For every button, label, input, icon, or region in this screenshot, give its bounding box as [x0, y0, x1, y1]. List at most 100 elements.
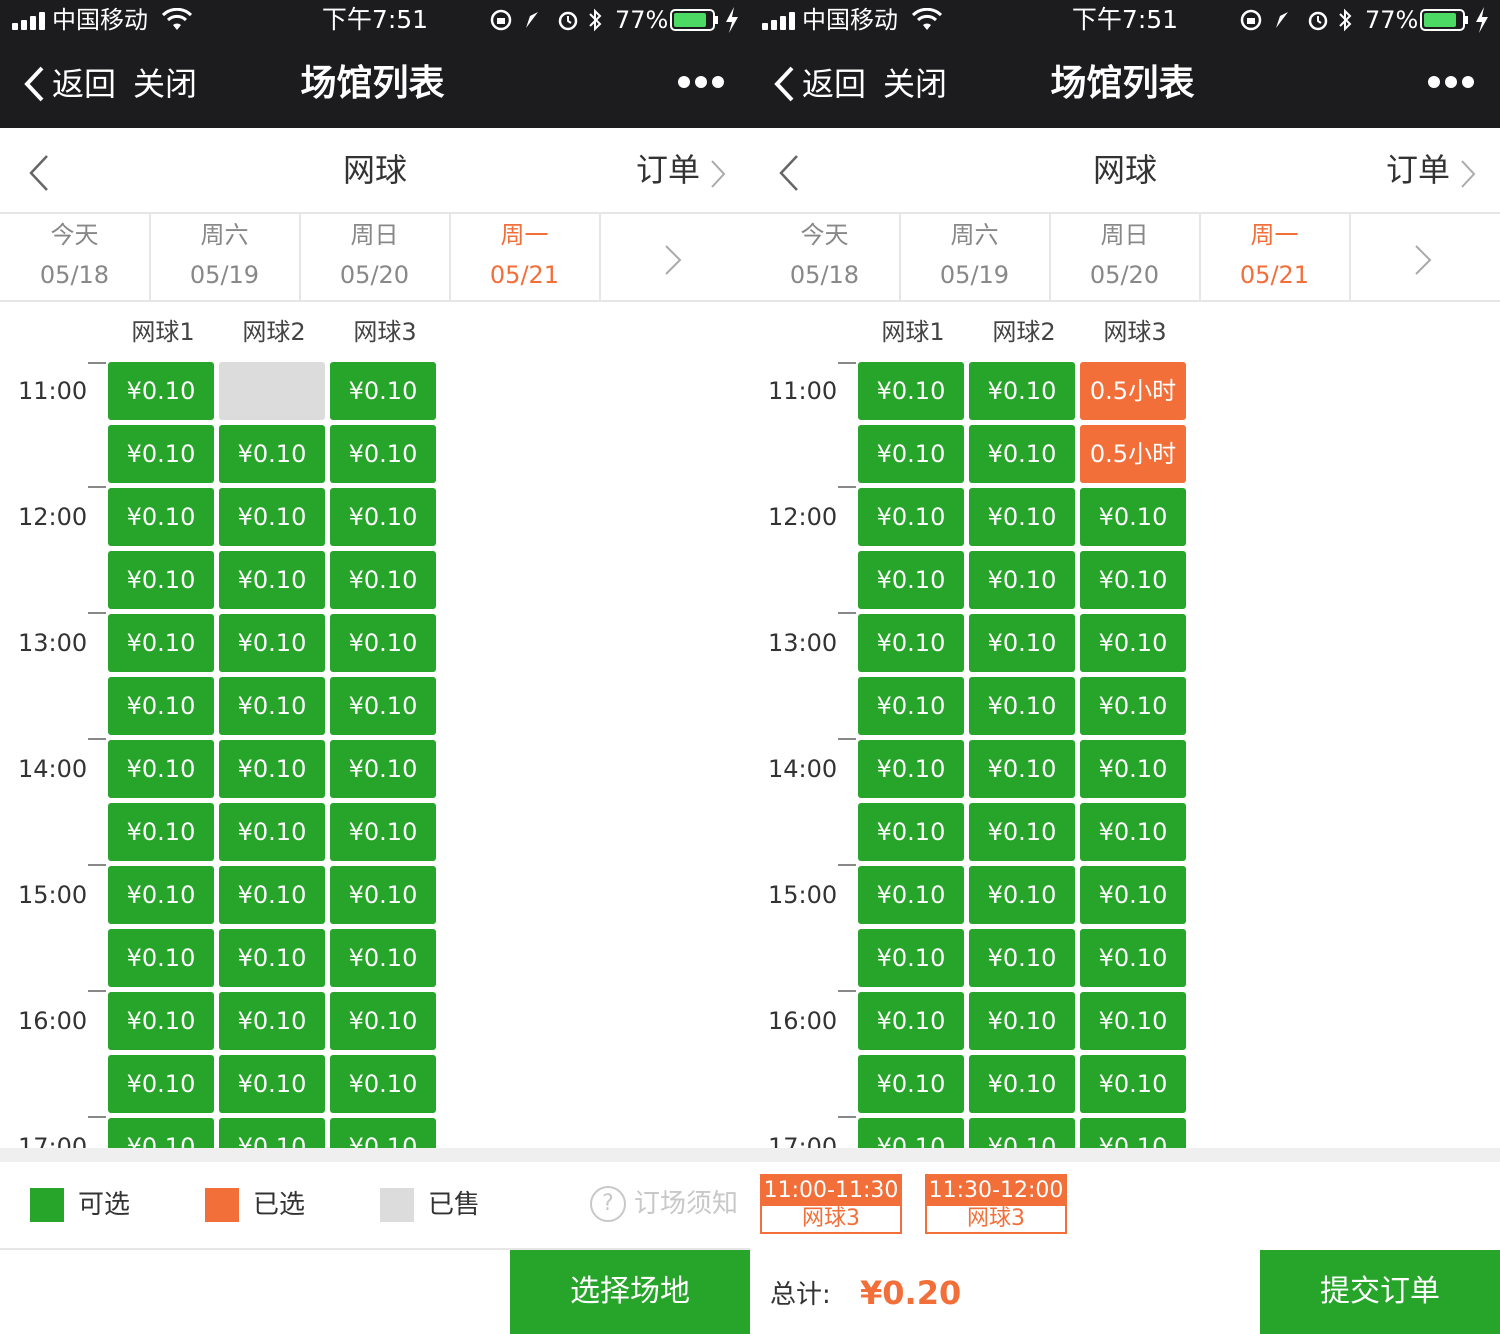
slot-available[interactable]: ¥0.10 — [219, 614, 325, 672]
slot-available[interactable]: ¥0.10 — [969, 992, 1075, 1050]
date-tab[interactable]: 周日 05/20 — [300, 214, 451, 300]
date-tab[interactable]: 今天 05/18 — [750, 214, 901, 300]
orders-link[interactable]: 订单 — [636, 148, 700, 192]
slot-available[interactable]: ¥0.10 — [1080, 1118, 1186, 1148]
slot-available[interactable]: ¥0.10 — [219, 1118, 325, 1148]
slot-available[interactable]: ¥0.10 — [969, 866, 1075, 924]
slot-available[interactable]: ¥0.10 — [858, 1055, 964, 1113]
slot-available[interactable]: ¥0.10 — [330, 866, 436, 924]
slot-available[interactable]: ¥0.10 — [969, 929, 1075, 987]
slot-available[interactable]: ¥0.10 — [330, 992, 436, 1050]
slot-available[interactable]: ¥0.10 — [858, 1118, 964, 1148]
date-tab[interactable]: 周日 05/20 — [1050, 214, 1201, 300]
slot-available[interactable]: ¥0.10 — [858, 362, 964, 420]
slot-available[interactable]: ¥0.10 — [858, 425, 964, 483]
slot-available[interactable]: ¥0.10 — [219, 551, 325, 609]
slot-available[interactable]: ¥0.10 — [1080, 992, 1186, 1050]
slot-available[interactable]: ¥0.10 — [108, 614, 214, 672]
slot-available[interactable]: ¥0.10 — [330, 425, 436, 483]
slot-available[interactable]: ¥0.10 — [108, 992, 214, 1050]
date-tab[interactable]: 周六 05/19 — [900, 214, 1051, 300]
date-tab-selected[interactable]: 周一 05/21 — [450, 214, 601, 300]
slot-available[interactable]: ¥0.10 — [1080, 551, 1186, 609]
slot-available[interactable]: ¥0.10 — [1080, 614, 1186, 672]
slot-available[interactable]: ¥0.10 — [330, 803, 436, 861]
slot-available[interactable]: ¥0.10 — [108, 488, 214, 546]
slot-available[interactable]: ¥0.10 — [108, 425, 214, 483]
slot-available[interactable]: ¥0.10 — [219, 488, 325, 546]
slot-available[interactable]: ¥0.10 — [969, 1055, 1075, 1113]
slot-available[interactable]: ¥0.10 — [219, 425, 325, 483]
slot-available[interactable]: ¥0.10 — [219, 740, 325, 798]
slot-available[interactable]: ¥0.10 — [330, 614, 436, 672]
slot-available[interactable]: ¥0.10 — [858, 614, 964, 672]
slot-available[interactable]: ¥0.10 — [969, 362, 1075, 420]
time-label: 15:00 — [768, 881, 838, 909]
phone-screen-right: 中国移动 下午7:51 77% 返回 关闭 场馆列表 网球 订单 今天 05/18… — [750, 0, 1500, 1334]
slot-available[interactable]: ¥0.10 — [330, 1118, 436, 1148]
slot-available[interactable]: ¥0.10 — [858, 677, 964, 735]
slot-selected[interactable]: 0.5小时 — [1080, 362, 1186, 420]
slot-available[interactable]: ¥0.10 — [330, 362, 436, 420]
date-tab[interactable]: 周六 05/19 — [150, 214, 301, 300]
slot-available[interactable]: ¥0.10 — [969, 551, 1075, 609]
selected-slot-chip[interactable]: 11:00-11:30 网球3 — [760, 1174, 902, 1234]
slot-available[interactable]: ¥0.10 — [969, 1118, 1075, 1148]
slot-available[interactable]: ¥0.10 — [330, 488, 436, 546]
slot-available[interactable]: ¥0.10 — [219, 803, 325, 861]
select-court-button[interactable]: 选择场地 — [510, 1250, 750, 1334]
slot-available[interactable]: ¥0.10 — [108, 551, 214, 609]
slot-available[interactable]: ¥0.10 — [108, 740, 214, 798]
slot-available[interactable]: ¥0.10 — [1080, 677, 1186, 735]
slot-available[interactable]: ¥0.10 — [858, 929, 964, 987]
slot-available[interactable]: ¥0.10 — [858, 803, 964, 861]
booking-notice-link[interactable]: ? 订场须知 — [590, 1186, 740, 1224]
slot-available[interactable]: ¥0.10 — [1080, 488, 1186, 546]
slot-available[interactable]: ¥0.10 — [108, 677, 214, 735]
slot-available[interactable]: ¥0.10 — [219, 992, 325, 1050]
slot-available[interactable]: ¥0.10 — [969, 425, 1075, 483]
slot-available[interactable]: ¥0.10 — [219, 677, 325, 735]
slot-available[interactable]: ¥0.10 — [969, 677, 1075, 735]
slot-available[interactable]: ¥0.10 — [108, 1055, 214, 1113]
next-dates-button[interactable] — [600, 214, 750, 300]
more-menu-button[interactable] — [678, 76, 724, 90]
legend-selected-label: 已选 — [253, 1190, 306, 1220]
next-dates-button[interactable] — [1350, 214, 1500, 300]
slot-available[interactable]: ¥0.10 — [330, 929, 436, 987]
date-tab[interactable]: 今天 05/18 — [0, 214, 151, 300]
slot-available[interactable]: ¥0.10 — [330, 1055, 436, 1113]
slot-time: 11:00-11:30 — [762, 1176, 900, 1206]
orders-link[interactable]: 订单 — [1386, 148, 1450, 192]
slot-available[interactable]: ¥0.10 — [969, 488, 1075, 546]
slot-available[interactable]: ¥0.10 — [858, 866, 964, 924]
slot-available[interactable]: ¥0.10 — [330, 551, 436, 609]
submit-order-button[interactable]: 提交订单 — [1260, 1250, 1500, 1334]
slot-available[interactable]: ¥0.10 — [219, 1055, 325, 1113]
slot-available[interactable]: ¥0.10 — [219, 866, 325, 924]
slot-available[interactable]: ¥0.10 — [108, 929, 214, 987]
slot-available[interactable]: ¥0.10 — [1080, 1055, 1186, 1113]
slot-available[interactable]: ¥0.10 — [858, 488, 964, 546]
slot-available[interactable]: ¥0.10 — [1080, 866, 1186, 924]
slot-available[interactable]: ¥0.10 — [219, 929, 325, 987]
slot-available[interactable]: ¥0.10 — [858, 992, 964, 1050]
slot-available[interactable]: ¥0.10 — [330, 677, 436, 735]
selected-slot-chip[interactable]: 11:30-12:00 网球3 — [925, 1174, 1067, 1234]
slot-available[interactable]: ¥0.10 — [108, 1118, 214, 1148]
date-tab-selected[interactable]: 周一 05/21 — [1200, 214, 1351, 300]
slot-available[interactable]: ¥0.10 — [858, 740, 964, 798]
slot-available[interactable]: ¥0.10 — [969, 803, 1075, 861]
slot-available[interactable]: ¥0.10 — [330, 740, 436, 798]
more-menu-button[interactable] — [1428, 76, 1474, 90]
slot-available[interactable]: ¥0.10 — [969, 614, 1075, 672]
slot-available[interactable]: ¥0.10 — [1080, 740, 1186, 798]
slot-available[interactable]: ¥0.10 — [1080, 803, 1186, 861]
slot-available[interactable]: ¥0.10 — [1080, 929, 1186, 987]
slot-available[interactable]: ¥0.10 — [108, 803, 214, 861]
slot-available[interactable]: ¥0.10 — [969, 740, 1075, 798]
slot-available[interactable]: ¥0.10 — [108, 362, 214, 420]
slot-selected[interactable]: 0.5小时 — [1080, 425, 1186, 483]
slot-available[interactable]: ¥0.10 — [858, 551, 964, 609]
slot-available[interactable]: ¥0.10 — [108, 866, 214, 924]
